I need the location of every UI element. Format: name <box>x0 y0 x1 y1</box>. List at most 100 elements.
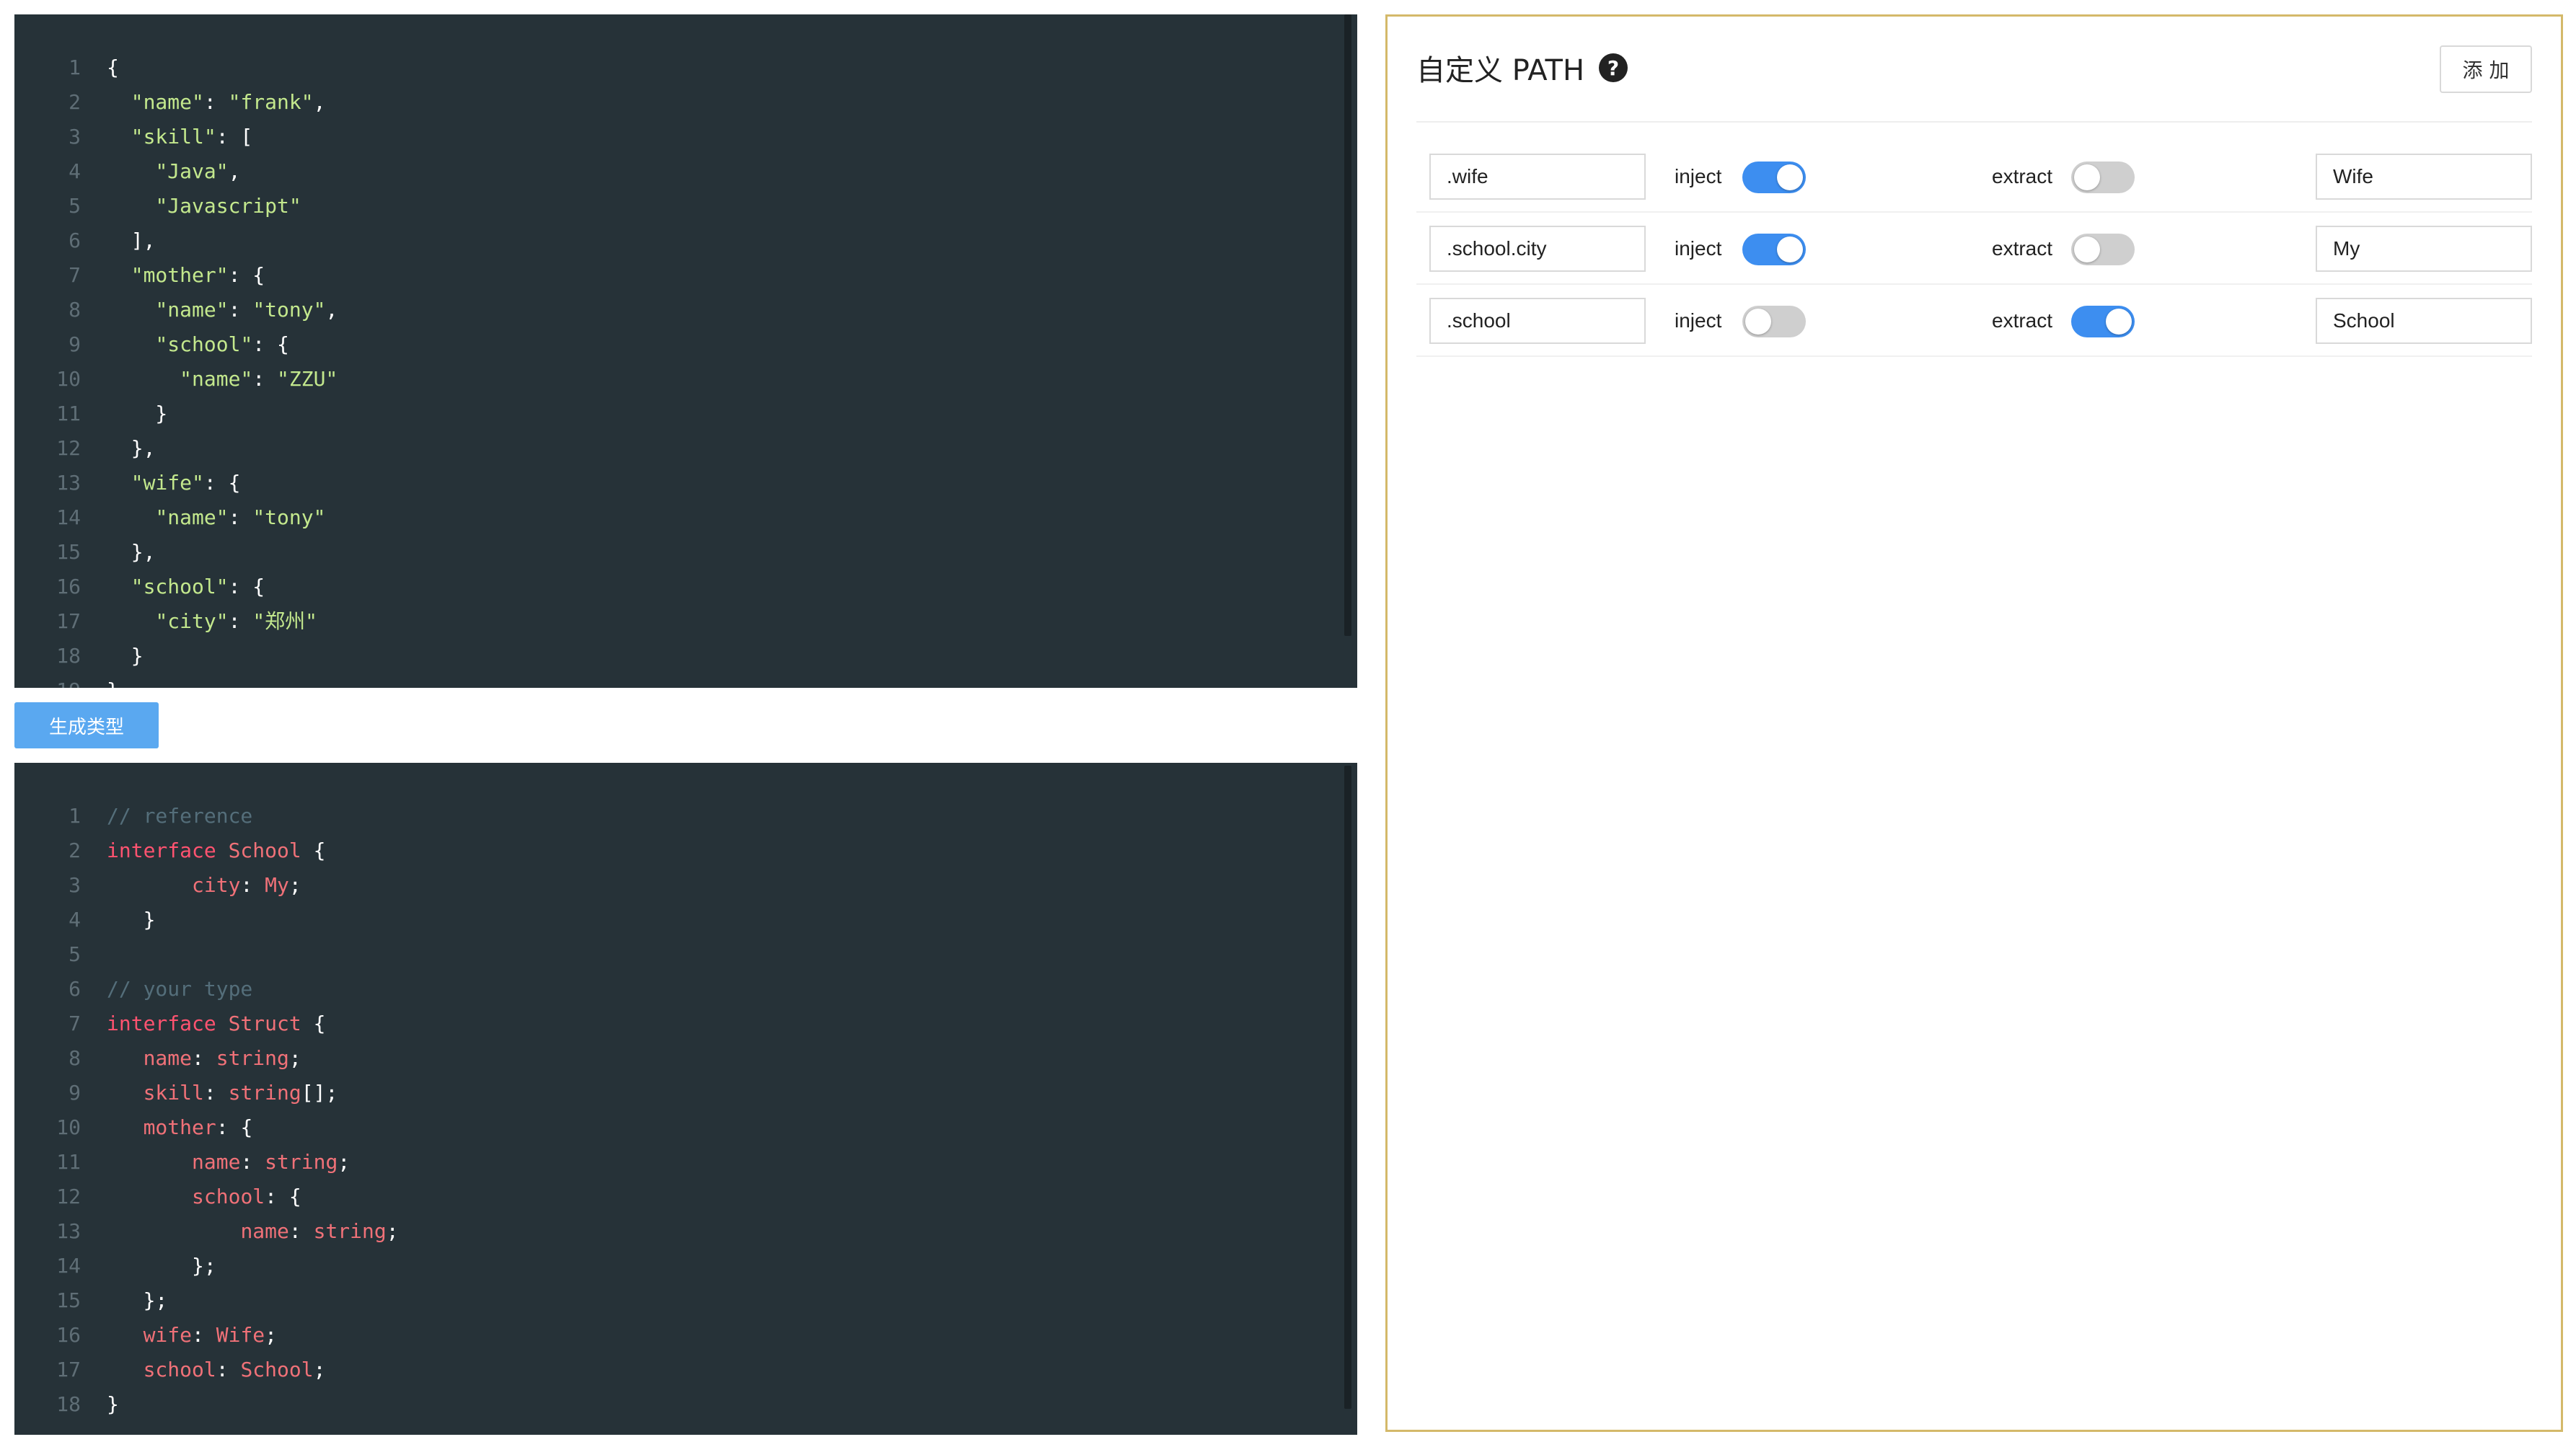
toggle-knob <box>1777 164 1803 190</box>
code-text: } <box>107 1387 119 1422</box>
code-token: "郑州" <box>252 609 318 633</box>
code-token: school <box>143 1358 216 1381</box>
code-token: : <box>240 1150 265 1174</box>
type-code-line: 17 school: School; <box>14 1353 399 1387</box>
line-number: 12 <box>56 436 81 460</box>
type-code-line: 16 wife: Wife; <box>14 1318 399 1353</box>
type-name-input[interactable] <box>2316 226 2532 272</box>
code-token: ; <box>386 1219 399 1243</box>
code-text: "name": "ZZU" <box>107 362 338 397</box>
help-icon[interactable]: ? <box>1599 53 1628 82</box>
json-code-line: 2 "name": "frank", <box>14 85 338 120</box>
extract-label: extract <box>1992 309 2053 332</box>
panel-title: 自定义 PATH ? <box>1416 47 1628 89</box>
code-token: string <box>228 1081 301 1105</box>
code-token: : { <box>265 1185 301 1208</box>
code-text: "mother": { <box>107 258 265 293</box>
type-code-line: 2 interface School { <box>14 833 399 868</box>
code-text: "school": { <box>107 570 265 604</box>
code-token: interface <box>107 1012 216 1035</box>
path-input[interactable] <box>1429 226 1646 272</box>
line-number: 15 <box>56 1288 81 1312</box>
json-code-line: 8 "name": "tony", <box>14 293 338 327</box>
code-token: ; <box>338 1150 350 1174</box>
line-number: 8 <box>69 1046 81 1070</box>
json-code-line: 15 }, <box>14 535 338 570</box>
json-editor[interactable]: 1{2 "name": "frank", 3 "skill": [4 "Java"… <box>14 14 1357 688</box>
line-number: 2 <box>69 90 81 114</box>
type-code-line: 18} <box>14 1387 399 1422</box>
code-token: } <box>107 402 168 425</box>
type-name-input[interactable] <box>2316 298 2532 344</box>
code-text: school: { <box>107 1180 301 1214</box>
code-text: city: My; <box>107 868 301 903</box>
line-number: 16 <box>56 575 81 598</box>
custom-path-panel: 自定义 PATH ? 添 加 inject extract inject extrac… <box>1385 14 2563 1432</box>
extract-toggle[interactable] <box>2071 162 2135 193</box>
json-code-line: 12 }, <box>14 431 338 466</box>
inject-toggle[interactable] <box>1742 306 1806 337</box>
extract-toggle[interactable] <box>2071 234 2135 265</box>
line-number: 12 <box>56 1185 81 1208</box>
code-token: My <box>265 873 289 897</box>
code-text: school: School; <box>107 1353 326 1387</box>
code-token: Struct <box>228 1012 301 1035</box>
path-input[interactable] <box>1429 154 1646 200</box>
line-number: 10 <box>56 367 81 391</box>
line-number: 4 <box>69 159 81 183</box>
type-code-line: 11 name: string; <box>14 1145 399 1180</box>
code-token: school <box>192 1185 265 1208</box>
line-number: 8 <box>69 298 81 322</box>
line-number: 13 <box>56 1219 81 1243</box>
add-path-button[interactable]: 添 加 <box>2440 45 2532 93</box>
line-number: 2 <box>69 839 81 862</box>
code-text: wife: Wife; <box>107 1318 277 1353</box>
code-token: // reference <box>107 804 253 828</box>
code-token: } <box>107 908 156 932</box>
code-token: ; <box>313 1358 326 1381</box>
code-token: "wife" <box>131 471 204 495</box>
code-token: : <box>288 1219 314 1243</box>
extract-toggle[interactable] <box>2071 306 2135 337</box>
type-output-editor[interactable]: 1// reference 2 interface School {3 city: … <box>14 763 1357 1435</box>
inject-toggle[interactable] <box>1742 234 1806 265</box>
code-token: , <box>313 90 326 114</box>
type-code-line: 13 name: string; <box>14 1214 399 1249</box>
json-editor-scrollbar[interactable] <box>1344 14 1351 636</box>
code-token: name <box>240 1219 289 1243</box>
extract-label: extract <box>1992 237 2053 260</box>
code-token: : { <box>228 575 265 598</box>
type-code-line: 8 name: string; <box>14 1041 399 1076</box>
code-token: : <box>192 1323 216 1347</box>
code-token: : { <box>203 471 241 495</box>
code-text: "Java", <box>107 154 240 189</box>
code-text: // your type <box>107 972 252 1007</box>
json-code-line: 11 } <box>14 397 338 431</box>
inject-toggle[interactable] <box>1742 162 1806 193</box>
generate-type-button[interactable]: 生成类型 <box>14 702 159 748</box>
type-editor-scrollbar[interactable] <box>1344 766 1351 1409</box>
code-token: "city" <box>155 609 229 633</box>
code-token: } <box>107 1392 119 1416</box>
code-token: string <box>313 1219 387 1243</box>
type-code-line: 7 interface Struct { <box>14 1007 399 1041</box>
inject-label: inject <box>1675 237 1722 260</box>
code-text: } <box>107 639 144 673</box>
code-token: "school" <box>155 332 253 356</box>
path-row: inject extract <box>1416 213 2532 285</box>
line-number: 9 <box>69 1081 81 1105</box>
code-token: // your type <box>107 977 253 1001</box>
code-text: name: string; <box>107 1041 301 1076</box>
type-name-input[interactable] <box>2316 154 2532 200</box>
path-input[interactable] <box>1429 298 1646 344</box>
line-number: 15 <box>56 540 81 564</box>
